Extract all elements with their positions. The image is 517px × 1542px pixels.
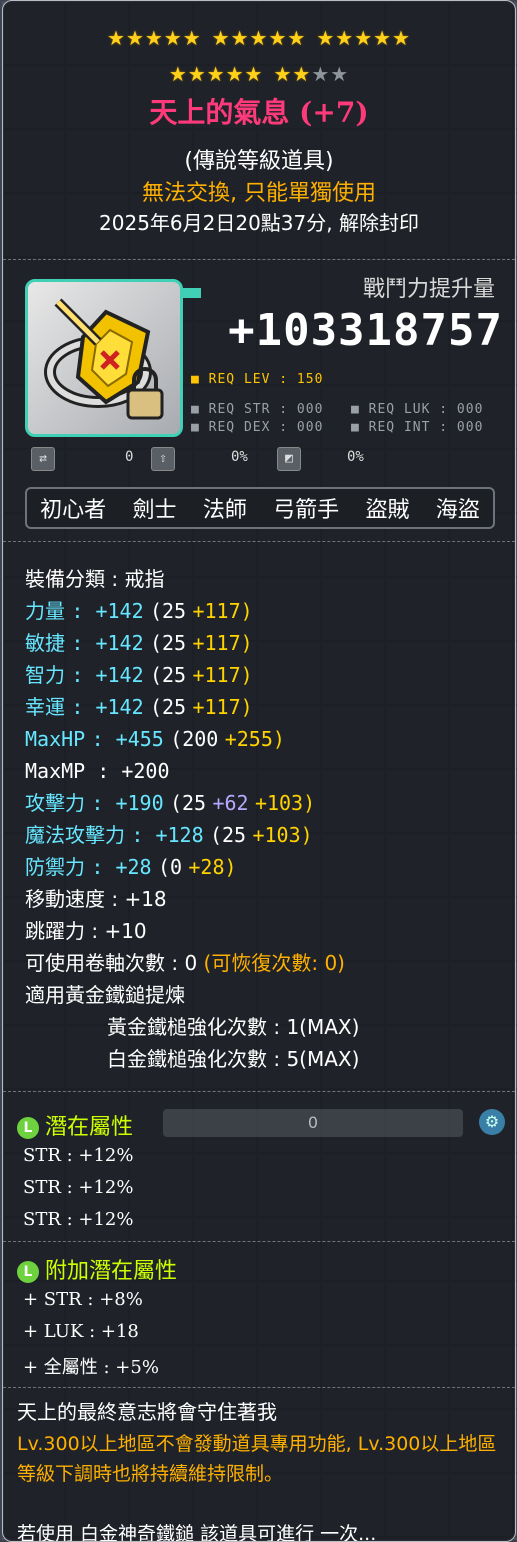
item-grade: (傳說等級道具) [184, 149, 334, 174]
stat-speed: 移動速度 : +18 [25, 887, 167, 911]
divider [3, 1091, 515, 1092]
equip-category: 裝備分類 : 戒指 [25, 567, 165, 591]
stat-attack: 攻擊力 : +190 (25 +62 +103) [25, 791, 316, 815]
job-list: 初心者 劍士 法師 弓箭手 盜賊 海盜 [25, 487, 495, 529]
restriction-text: Lv.300以上地區不會發動道具專用功能, Lv.300以上地區等級下調時也將持… [17, 1433, 497, 1485]
starforce-row-1: ★★★★★ ★★★★★ ★★★★★ [107, 26, 411, 50]
golden-hammer-count: 黃金鐵槌強化次數 : 1(MAX) [107, 1015, 360, 1039]
potential-line-2: STR : +12% [23, 1177, 134, 1198]
stat-int: 智力 : +142 (25 +117) [25, 663, 253, 687]
stat-magic-attack: 魔法攻擊力 : +128 (25 +103) [25, 823, 313, 847]
shield-icon: ◩ [277, 447, 301, 471]
gear-icon: ⚙ [479, 1109, 505, 1135]
upgrade-icon: ⇧ [151, 447, 175, 471]
percent-1: 0% [231, 449, 248, 465]
job-thief: 盜賊 [365, 498, 410, 523]
job-beginner: 初心者 [40, 498, 107, 523]
job-magician: 法師 [202, 498, 247, 523]
divider [3, 1387, 515, 1388]
req-level: ■ REQ LEV : 150 [191, 372, 324, 387]
unseal-time: 2025年6月2日20點37分, 解除封印 [99, 211, 419, 235]
flavor-text: 天上的最終意志將會守住著我 [17, 1400, 277, 1424]
stat-maxhp: MaxHP : +455 (200 +255) [25, 727, 285, 751]
item-slot-row: ⇄ 0 ⇧ 0% ◩ 0% [25, 445, 495, 475]
stat-dex: 敏捷 : +142 (25 +117) [25, 631, 253, 655]
divider [3, 1241, 515, 1242]
potential-line-1: STR : +12% [23, 1145, 134, 1166]
scroll-slots: 可使用卷軸次數 : 0 (可恢復次數: 0) [25, 951, 345, 975]
bonus-potential-line-2: + LUK : +18 [23, 1321, 139, 1342]
stat-maxmp: MaxMP : +200 [25, 759, 170, 783]
item-tooltip: ★★★★★ ★★★★★ ★★★★★ ★★★★★ ★★★★ 天上的氣息 (+7) (傳說… [2, 0, 516, 1542]
ring-icon [44, 298, 164, 420]
job-pirate: 海盜 [435, 498, 480, 523]
req-int: ■ REQ INT : 000 [351, 420, 484, 435]
starforce-row-2: ★★★★★ ★★★★ [168, 62, 350, 86]
job-archer: 弓箭手 [273, 498, 340, 523]
combat-power-label: 戰鬥力提升量 [362, 277, 495, 302]
golden-hammer-note: 適用黃金鐵鎚提煉 [25, 983, 185, 1007]
job-warrior: 劍士 [132, 498, 177, 523]
potential-header: L 潛在屬性 [17, 1109, 133, 1141]
platinum-hammer-count: 白金鐵槌強化次數 : 5(MAX) [107, 1047, 360, 1071]
divider [3, 541, 515, 542]
trade-restriction: 無法交換, 只能單獨使用 [142, 181, 376, 206]
bonus-potential-header: L 附加潛在屬性 [17, 1253, 177, 1285]
stat-str: 力量 : +142 (25 +117) [25, 599, 253, 623]
divider [3, 259, 515, 260]
req-str: ■ REQ STR : 000 [191, 402, 324, 417]
swap-icon: ⇄ [31, 447, 55, 471]
bonus-potential-line-3: + 全屬性 : +5% [23, 1357, 159, 1378]
item-icon-frame[interactable] [25, 279, 183, 437]
stat-jump: 跳躍力 : +10 [25, 919, 147, 943]
flag-icon [183, 288, 201, 298]
item-name: 天上的氣息 (+7) [149, 96, 369, 129]
percent-2: 0% [347, 449, 364, 465]
req-dex: ■ REQ DEX : 000 [191, 420, 324, 435]
req-luk: ■ REQ LUK : 000 [351, 402, 484, 417]
potential-line-3: STR : +12% [23, 1209, 134, 1230]
slot-count: 0 [125, 449, 134, 465]
bonus-potential-line-1: + STR : +8% [23, 1289, 143, 1310]
legendary-grade-icon: L [17, 1117, 39, 1139]
bottom-note: 若使用 白金神奇鐵鎚 該道具可進行 一次... [17, 1523, 377, 1542]
background-input: 0 [163, 1109, 463, 1137]
stat-defense: 防禦力 : +28 (0 +28) [25, 855, 237, 879]
combat-power-value: +103318757 [228, 305, 503, 356]
stat-luk: 幸運 : +142 (25 +117) [25, 695, 253, 719]
legendary-grade-icon: L [17, 1261, 39, 1283]
